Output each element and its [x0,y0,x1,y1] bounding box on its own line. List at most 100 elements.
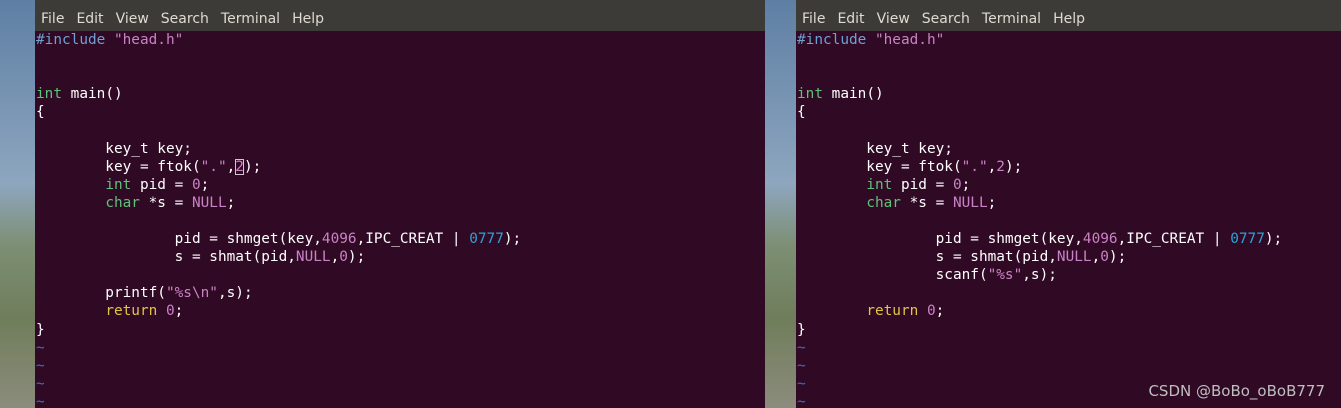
code-token: ); [503,231,522,248]
code-line: char *s = NULL; [36,194,765,212]
menu-terminal[interactable]: Terminal [221,11,280,27]
code-token: 0777 [469,231,504,248]
code-line: key_t key; [36,140,765,158]
code-token: { [36,104,45,121]
code-token: ,IPC_CREAT | [1117,231,1231,248]
code-token: 2 [996,158,1005,175]
code-token: pid = shmget(key, [36,231,322,248]
code-token: "." [961,158,988,175]
code-token: main() [62,86,123,103]
code-token: NULL [952,194,988,211]
code-line: } [797,321,1341,339]
menu-bar: File Edit View Search Terminal Help [35,0,765,31]
code-token: scanf( [797,267,988,284]
code-line: } [36,321,765,339]
code-line: { [36,103,765,121]
code-token: #include [36,32,114,48]
code-line: #include "head.h" [797,31,1341,49]
menu-file[interactable]: File [802,11,825,27]
code-token: ; [935,303,945,320]
code-token: ; [200,176,210,193]
code-token: 4096 [1082,231,1118,248]
menu-view[interactable]: View [116,11,149,27]
code-token: return [105,303,158,320]
code-token: s = shmat(pid, [797,249,1057,266]
code-line: s = shmat(pid,NULL,0); [797,248,1341,266]
code-token: ~ [797,357,806,374]
code-token: printf( [36,285,166,302]
code-line: s = shmat(pid,NULL,0); [36,248,765,266]
code-token: , [1091,249,1101,266]
code-token: key_t key; [36,140,192,157]
code-line: ~ [36,357,765,375]
terminal-window-right[interactable]: File Edit View Search Terminal Help #inc… [796,0,1341,408]
code-token: , [987,158,997,175]
code-token: ; [987,194,997,211]
code-line: #include "head.h" [36,31,765,49]
menu-edit[interactable]: Edit [76,11,103,27]
menu-help[interactable]: Help [292,11,324,27]
code-line: ~ [797,357,1341,375]
code-line: key = ftok(".",2); [797,158,1341,176]
code-token: char [105,194,140,211]
code-token: ,IPC_CREAT | [356,231,470,248]
code-editor-left[interactable]: #include "head.h" int main(){ key_t key; … [35,31,765,408]
menu-terminal[interactable]: Terminal [982,11,1041,27]
watermark: CSDN @BoBo_oBoB777 [1148,382,1325,400]
code-line: ~ [36,393,765,408]
code-token: *s = [900,194,953,211]
code-token: ~ [797,339,806,356]
code-token: int [866,176,893,193]
code-token: ~ [797,375,806,392]
code-line: int main() [797,85,1341,103]
code-token: return [866,303,919,320]
code-token: ; [226,194,236,211]
code-line: key = ftok(".",2); [36,158,765,176]
code-token: s = shmat(pid, [36,249,296,266]
code-token: ); [347,249,366,266]
code-token: ); [1264,231,1283,248]
menu-view[interactable]: View [877,11,910,27]
code-token: key = ftok( [797,158,962,175]
code-token: 0 [926,303,936,320]
menu-search[interactable]: Search [161,11,209,27]
code-token: 0 [1100,249,1109,266]
code-line: pid = shmget(key,4096,IPC_CREAT | 0777); [797,230,1341,248]
code-token: "head.h" [113,32,184,48]
code-token: "." [200,158,227,175]
code-line: return 0; [36,302,765,320]
code-line: pid = shmget(key,4096,IPC_CREAT | 0777); [36,230,765,248]
menu-search[interactable]: Search [922,11,970,27]
menu-help[interactable]: Help [1053,11,1085,27]
code-token: pid = [892,176,953,193]
code-token: { [797,104,806,121]
code-line: ~ [797,339,1341,357]
menu-file[interactable]: File [41,11,64,27]
code-token: ); [243,158,262,175]
code-token: "head.h" [874,32,945,48]
code-token: NULL [1056,249,1092,266]
code-token: int [36,86,62,103]
code-token: pid = [131,176,192,193]
terminal-window-left[interactable]: File Edit View Search Terminal Help #inc… [35,0,765,408]
code-token: #include [797,32,875,48]
code-token: "%s\n" [165,285,218,302]
code-token: 0 [165,303,175,320]
menu-edit[interactable]: Edit [837,11,864,27]
code-token: ); [1004,158,1023,175]
code-token: , [226,158,236,175]
code-line: scanf("%s",s); [797,266,1341,284]
code-token: } [36,321,45,338]
code-editor-right[interactable]: #include "head.h" int main(){ key_t key; … [796,31,1341,408]
code-line: int pid = 0; [36,176,765,194]
